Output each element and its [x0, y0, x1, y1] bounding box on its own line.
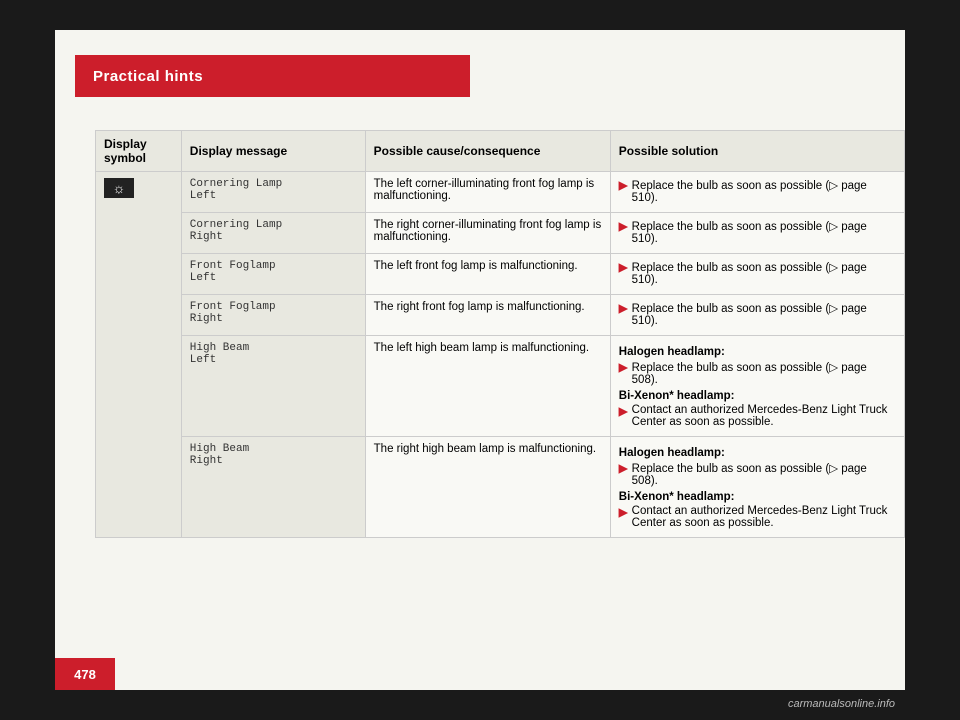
main-table-container: Display symbol Display message Possible … [95, 130, 905, 538]
solution-cell-5: Halogen headlamp: ▶ Replace the bulb as … [610, 336, 904, 437]
col-cause: Possible cause/consequence [365, 131, 610, 172]
solution-cell-2: ▶ Replace the bulb as soon as possible (… [610, 213, 904, 254]
display-table: Display symbol Display message Possible … [95, 130, 905, 538]
arrow-icon-5b: ▶ [619, 404, 628, 418]
col-symbol: Display symbol [96, 131, 182, 172]
arrow-icon-5a: ▶ [619, 360, 628, 374]
arrow-icon-2: ▶ [619, 219, 628, 233]
col-message: Display message [181, 131, 365, 172]
cause-cell-6: The right high beam lamp is malfunctioni… [365, 437, 610, 538]
page-number: 478 [74, 667, 96, 682]
cause-cell-3: The left front fog lamp is malfunctionin… [365, 254, 610, 295]
xenon-label-6: Bi-Xenon* headlamp: [619, 491, 896, 503]
table-row: ☼ Cornering LampLeft The left corner-ill… [96, 172, 905, 213]
solution-text-3: Replace the bulb as soon as possible (▷ … [632, 260, 896, 286]
cause-cell-5: The left high beam lamp is malfunctionin… [365, 336, 610, 437]
solution-text-1: Replace the bulb as soon as possible (▷ … [632, 178, 896, 204]
cause-cell-4: The right front fog lamp is malfunctioni… [365, 295, 610, 336]
table-row: Front FoglampLeft The left front fog lam… [96, 254, 905, 295]
table-row: Front FoglampRight The right front fog l… [96, 295, 905, 336]
xenon-solution-6: Contact an authorized Mercedes-Benz Ligh… [632, 505, 896, 529]
solution-cell-4: ▶ Replace the bulb as soon as possible (… [610, 295, 904, 336]
arrow-icon-3: ▶ [619, 260, 628, 274]
halogen-label-6: Halogen headlamp: [619, 447, 896, 459]
watermark: carmanualsonline.info [788, 698, 895, 710]
lamp-symbol-icon: ☼ [104, 178, 134, 198]
message-cell-1: Cornering LampLeft [181, 172, 365, 213]
arrow-icon-6b: ▶ [619, 505, 628, 519]
cause-cell-2: The right corner-illuminating front fog … [365, 213, 610, 254]
message-cell-3: Front FoglampLeft [181, 254, 365, 295]
xenon-solution-5: Contact an authorized Mercedes-Benz Ligh… [632, 404, 896, 428]
arrow-icon-6a: ▶ [619, 461, 628, 475]
message-cell-4: Front FoglampRight [181, 295, 365, 336]
arrow-icon-4: ▶ [619, 301, 628, 315]
header-bar: Practical hints [75, 55, 470, 97]
solution-cell-3: ▶ Replace the bulb as soon as possible (… [610, 254, 904, 295]
cause-cell-1: The left corner-illuminating front fog l… [365, 172, 610, 213]
solution-cell-1: ▶ Replace the bulb as soon as possible (… [610, 172, 904, 213]
symbol-cell: ☼ [96, 172, 182, 538]
solution-cell-6: Halogen headlamp: ▶ Replace the bulb as … [610, 437, 904, 538]
halogen-solution-6: Replace the bulb as soon as possible (▷ … [632, 461, 896, 487]
table-row: High BeamLeft The left high beam lamp is… [96, 336, 905, 437]
xenon-label-5: Bi-Xenon* headlamp: [619, 390, 896, 402]
col-solution: Possible solution [610, 131, 904, 172]
table-row: Cornering LampRight The right corner-ill… [96, 213, 905, 254]
message-cell-5: High BeamLeft [181, 336, 365, 437]
page-title: Practical hints [93, 68, 203, 85]
page-number-badge: 478 [55, 658, 115, 690]
message-cell-6: High BeamRight [181, 437, 365, 538]
halogen-solution-5: Replace the bulb as soon as possible (▷ … [632, 360, 896, 386]
halogen-label-5: Halogen headlamp: [619, 346, 896, 358]
table-row: High BeamRight The right high beam lamp … [96, 437, 905, 538]
message-cell-2: Cornering LampRight [181, 213, 365, 254]
solution-text-4: Replace the bulb as soon as possible (▷ … [632, 301, 896, 327]
solution-text-2: Replace the bulb as soon as possible (▷ … [632, 219, 896, 245]
arrow-icon-1: ▶ [619, 178, 628, 192]
